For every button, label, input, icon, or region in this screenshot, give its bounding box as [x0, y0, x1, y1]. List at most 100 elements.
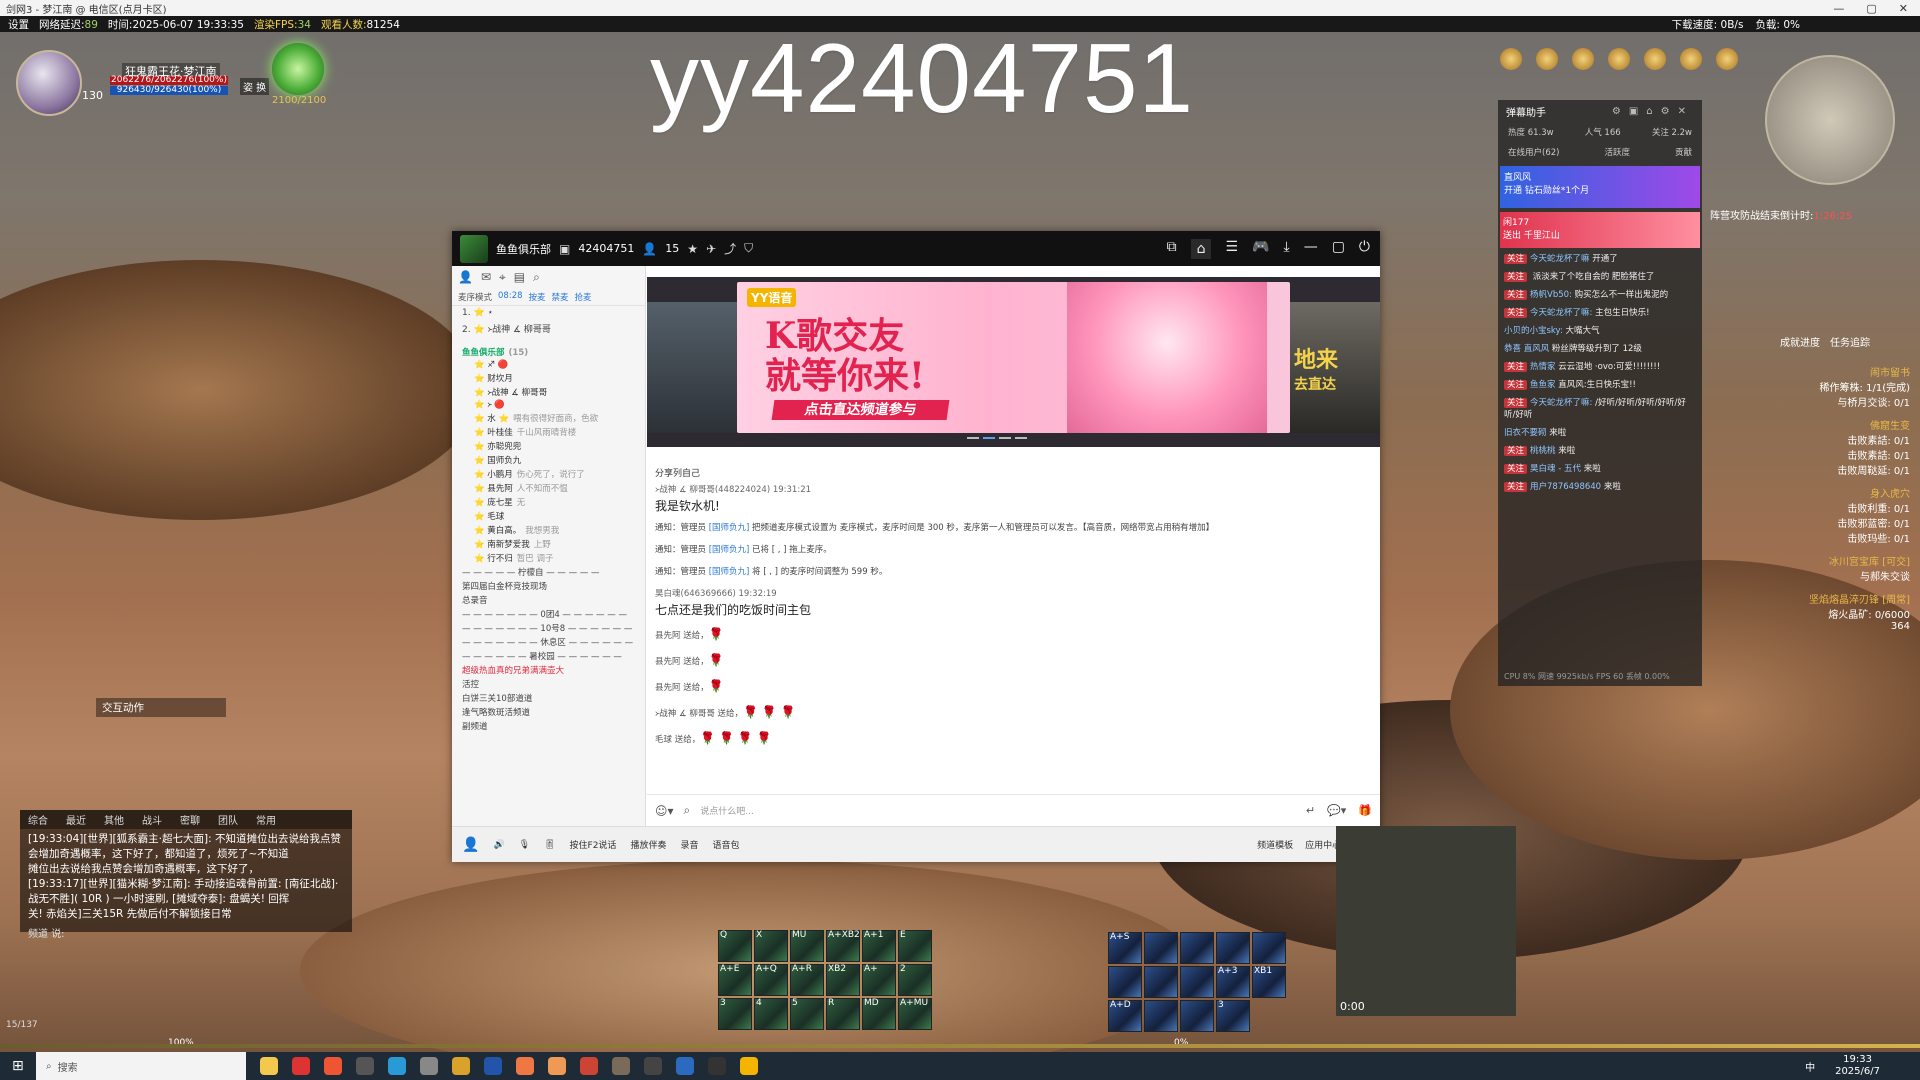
- queue-item[interactable]: 1. ⭐ ⋆: [452, 306, 645, 320]
- interaction-label[interactable]: 交互动作: [96, 698, 226, 717]
- close-icon[interactable]: ✕: [1899, 2, 1908, 15]
- app-icon[interactable]: [356, 1057, 374, 1075]
- minimize-icon[interactable]: —: [1304, 239, 1318, 259]
- file-explorer-icon[interactable]: [260, 1057, 278, 1075]
- member-item[interactable]: ⭐ ♐ 🔴: [452, 359, 645, 371]
- notes-icon[interactable]: ▤: [514, 270, 525, 285]
- tab[interactable]: 活跃度: [1604, 146, 1630, 158]
- task-title[interactable]: 身入虎穴: [1770, 485, 1910, 500]
- app-icon[interactable]: [324, 1057, 342, 1075]
- mic-action[interactable]: 禁麦: [552, 291, 569, 303]
- mic-mode[interactable]: 麦序模式: [458, 291, 492, 303]
- app-icon[interactable]: [516, 1057, 534, 1075]
- skill-slot[interactable]: [1144, 966, 1178, 998]
- skill-slot[interactable]: 3: [718, 998, 752, 1030]
- danmu-user[interactable]: 今天蛇龙杯了嘛:: [1530, 308, 1592, 318]
- member-item[interactable]: ⭐ 毛球: [452, 509, 645, 523]
- ime-indicator[interactable]: 中: [1805, 1059, 1815, 1074]
- notice-admin[interactable]: [国师负九]: [709, 545, 750, 555]
- share-icon[interactable]: ⤴: [724, 240, 736, 257]
- channel-item[interactable]: 总录音: [452, 593, 645, 607]
- member-item[interactable]: ⭐ 财坎月: [452, 371, 645, 385]
- chat-tab[interactable]: 团队: [218, 812, 238, 827]
- danmu-user[interactable]: 今天蛇龙杯了嘛: [1530, 254, 1590, 264]
- activity-icon[interactable]: [1536, 48, 1558, 70]
- tab-task-tracking[interactable]: 任务追踪: [1830, 334, 1870, 349]
- danmu-window-controls[interactable]: ⚙▣⌂⚙✕: [1612, 106, 1702, 117]
- danmu-user[interactable]: 小贝的小宝sky:: [1504, 326, 1563, 336]
- channel-item[interactable]: — — — — — — — 0团4 — — — — — —: [452, 607, 645, 621]
- banner-main-slide[interactable]: YY语音 K歌交友 就等你来! 点击直达频道参与: [737, 282, 1290, 433]
- channel-item[interactable]: 副频道: [452, 719, 645, 733]
- video-preview[interactable]: [1336, 826, 1516, 1016]
- member-item[interactable]: ⭐ 亦聪兜兜: [452, 439, 645, 453]
- banner-dot[interactable]: [967, 437, 979, 439]
- hot-channel[interactable]: 超级热血真的兄弟满满壶大: [452, 663, 645, 677]
- location-icon[interactable]: ⌖: [499, 270, 506, 285]
- room-header[interactable]: 鱼鱼俱乐部 (15): [452, 345, 645, 359]
- follow-tag[interactable]: 关注: [1504, 362, 1528, 372]
- message-icon[interactable]: ✉: [481, 270, 491, 285]
- speaker-icon[interactable]: 🔊: [493, 840, 504, 850]
- skill-slot[interactable]: [1144, 932, 1178, 964]
- skill-slot[interactable]: A+1: [862, 930, 896, 962]
- stance-switch-button[interactable]: 姿 换: [240, 78, 270, 95]
- danmu-user[interactable]: 昊白魂 - 五代: [1530, 464, 1581, 474]
- follow-tag[interactable]: 关注: [1504, 380, 1528, 390]
- member-item[interactable]: ⭐ 县先阿 人不知而不愠: [452, 481, 645, 495]
- taskbar-search[interactable]: ⌕ 搜索: [36, 1052, 246, 1080]
- member-item[interactable]: ⭐ 庞七星无: [452, 495, 645, 509]
- tab[interactable]: 在线用户(62): [1508, 146, 1559, 158]
- member-item[interactable]: ⭐ 行不归 暂巴 调子: [452, 551, 645, 565]
- download-icon[interactable]: ⤓: [1283, 239, 1289, 259]
- app-icon[interactable]: [644, 1057, 662, 1075]
- favorite-icon[interactable]: ★: [687, 242, 698, 256]
- tab[interactable]: 贡献: [1675, 146, 1692, 158]
- emoji-icon[interactable]: ☺▾: [655, 804, 674, 818]
- skill-slot[interactable]: 5: [790, 998, 824, 1030]
- music-button[interactable]: 播放伴奏: [630, 838, 666, 851]
- chat-tab[interactable]: 密聊: [180, 812, 200, 827]
- channel-item[interactable]: — — — — — — 暑校园 — — — — — —: [452, 649, 645, 663]
- shield-icon[interactable]: ⛉: [744, 241, 753, 256]
- gift-icon[interactable]: 🎁: [1358, 804, 1372, 817]
- avatar[interactable]: 👤: [462, 837, 479, 853]
- taskbar-clock[interactable]: 19:33 2025/6/7: [1835, 1054, 1920, 1078]
- skill-slot[interactable]: A+: [862, 964, 896, 996]
- member-item[interactable]: ⭐ 小鹏月 伤心死了，说行了: [452, 467, 645, 481]
- start-icon[interactable]: ⊞: [12, 1058, 24, 1074]
- skill-slot[interactable]: MU: [790, 930, 824, 962]
- player-avatar[interactable]: [16, 50, 82, 116]
- chat-bubble-icon[interactable]: 💬▾: [1327, 804, 1346, 817]
- skill-slot[interactable]: A+S: [1108, 932, 1142, 964]
- skill-slot[interactable]: A+MU: [898, 998, 932, 1030]
- channel-template-button[interactable]: 频道模板: [1257, 838, 1293, 851]
- danmu-user[interactable]: 恭喜 直风风: [1504, 344, 1549, 354]
- list-icon[interactable]: ☰: [1225, 239, 1238, 259]
- danmu-user[interactable]: 用户7876498640: [1530, 482, 1601, 492]
- member-item[interactable]: ⭐ 国师负九: [452, 453, 645, 467]
- follow-tag[interactable]: 关注: [1504, 482, 1528, 492]
- banner-dot[interactable]: [983, 437, 995, 439]
- skill-slot[interactable]: A+R: [790, 964, 824, 996]
- settings-button[interactable]: 设置: [8, 17, 29, 32]
- follow-tag[interactable]: 关注: [1504, 446, 1528, 456]
- mic-action[interactable]: 按麦: [529, 291, 546, 303]
- skill-slot[interactable]: R: [826, 998, 860, 1030]
- member-item[interactable]: ⭐ ᚛战神 ∡ 柳哥哥: [452, 385, 645, 399]
- minimize-icon[interactable]: —: [1833, 2, 1844, 15]
- yy-icon[interactable]: [740, 1057, 758, 1075]
- danmu-user[interactable]: 桃桃桃: [1530, 446, 1556, 456]
- chat-channel[interactable]: 频道: [28, 929, 48, 940]
- player-frame[interactable]: 狂鬼霸王花·梦江南 2062276/2062276(100%) 926430/9…: [10, 43, 326, 116]
- mic-icon[interactable]: 🎙: [519, 840, 530, 850]
- send-icon[interactable]: ↵: [1306, 804, 1315, 817]
- maximize-icon[interactable]: ▢: [1866, 2, 1876, 15]
- activity-icon[interactable]: [1680, 48, 1702, 70]
- chat-tab[interactable]: 其他: [104, 812, 124, 827]
- follow-tag[interactable]: 关注: [1504, 308, 1528, 318]
- chat-tab[interactable]: 常用: [256, 812, 276, 827]
- maximize-icon[interactable]: ▢: [1332, 239, 1345, 259]
- task-title[interactable]: 闹市留书: [1770, 364, 1910, 379]
- banner-next-slide[interactable]: 地来 去直达: [1290, 302, 1380, 433]
